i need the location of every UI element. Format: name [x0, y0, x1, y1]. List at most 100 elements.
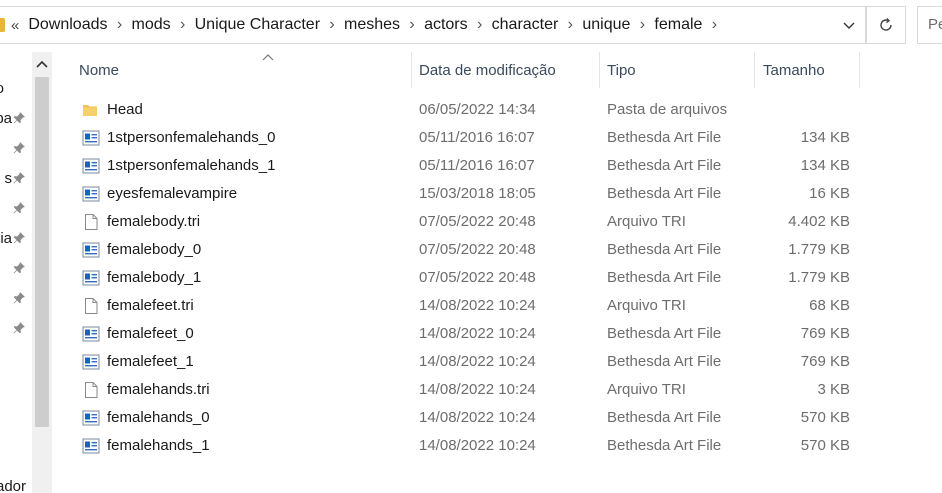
refresh-icon	[880, 18, 892, 31]
file-date: 14/08/2022 10:24	[419, 437, 536, 454]
breadcrumb-item[interactable]: Downloads	[28, 16, 107, 34]
nav-item[interactable]: s	[0, 164, 30, 194]
pin-icon	[13, 142, 25, 154]
column-divider[interactable]	[411, 52, 412, 88]
file-name: femalebody_1	[107, 269, 202, 286]
nav-item[interactable]: o	[0, 74, 30, 104]
file-type: Bethesda Art File	[607, 353, 722, 370]
file-row[interactable]: femalefeet.tri 14/08/2022 10:24 Arquivo TR…	[52, 292, 942, 320]
file-size: 1.779 KB	[788, 269, 850, 286]
file-row[interactable]: femalehands_1 14/08/2022 10:24 Bethesda Ar…	[52, 432, 942, 460]
nav-item-label: s	[4, 170, 13, 187]
nav-item[interactable]	[0, 284, 30, 314]
file-size: 570 KB	[800, 437, 850, 454]
file-row[interactable]: Head 06/05/2022 14:34 Pasta de arquivos	[52, 96, 942, 124]
address-bar[interactable]: « Downloads › mods › Unique Character › meshes…	[0, 6, 866, 44]
nav-item[interactable]: cia	[0, 224, 30, 254]
nav-item-label: o	[0, 80, 4, 97]
nav-item[interactable]	[0, 134, 30, 164]
file-row[interactable]: femalebody_1 07/05/2022 20:48 Bethesda Art…	[52, 264, 942, 292]
file-date: 06/05/2022 14:34	[419, 101, 536, 118]
column-header-size[interactable]: Tamanho	[763, 52, 859, 88]
nav-item-label: cia	[0, 230, 12, 247]
breadcrumb-separator[interactable]: ›	[320, 16, 344, 34]
file-name: Head	[107, 101, 143, 118]
file-row[interactable]: femalehands.tri 14/08/2022 10:24 Arquivo T…	[52, 376, 942, 404]
file-size	[752, 96, 850, 124]
pin-icon	[13, 322, 25, 334]
generic-file-icon	[85, 382, 98, 398]
file-row[interactable]: femalefeet_0 14/08/2022 10:24 Bethesda Art…	[52, 320, 942, 348]
art-file-icon	[82, 438, 100, 454]
file-row[interactable]: femalebody_0 07/05/2022 20:48 Bethesda Art…	[52, 236, 942, 264]
file-date: 05/11/2016 16:07	[419, 129, 535, 146]
file-size: 570 KB	[800, 409, 850, 426]
breadcrumb-separator[interactable]: ›	[171, 16, 195, 34]
folder-icon	[0, 18, 5, 32]
pin-icon	[13, 232, 25, 244]
nav-item-bottom[interactable]: ador	[0, 478, 30, 493]
file-type: Bethesda Art File	[607, 241, 722, 258]
pin-icon	[13, 262, 25, 274]
file-type: Bethesda Art File	[607, 157, 722, 174]
pin-icon	[13, 172, 25, 184]
breadcrumb-item[interactable]: unique	[582, 16, 630, 34]
file-row[interactable]: 1stpersonfemalehands_1 05/11/2016 16:07 Be…	[52, 152, 942, 180]
file-row[interactable]: eyesfemalevampire 15/03/2018 18:05 Bethesd…	[52, 180, 942, 208]
scroll-up-button[interactable]	[32, 52, 52, 76]
nav-item[interactable]: pa	[0, 104, 30, 134]
breadcrumb-item[interactable]: Unique Character	[195, 16, 320, 34]
column-divider[interactable]	[599, 52, 600, 88]
file-date: 07/05/2022 20:48	[419, 269, 536, 286]
column-header-type[interactable]: Tipo	[607, 52, 752, 88]
art-file-icon	[82, 326, 100, 342]
file-name: femalehands_0	[107, 409, 210, 426]
nav-scrollbar[interactable]	[32, 52, 52, 493]
pin-icon	[13, 292, 25, 304]
breadcrumb-separator[interactable]: ›	[400, 16, 424, 34]
file-type: Bethesda Art File	[607, 325, 722, 342]
file-row[interactable]: 1stpersonfemalehands_0 05/11/2016 16:07 Be…	[52, 124, 942, 152]
file-type: Arquivo TRI	[607, 297, 686, 314]
nav-item[interactable]	[0, 314, 30, 344]
column-header-date[interactable]: Data de modificação	[419, 52, 599, 88]
file-size: 4.402 KB	[788, 213, 850, 230]
file-date: 05/11/2016 16:07	[419, 157, 535, 174]
file-name: 1stpersonfemalehands_1	[107, 157, 276, 174]
column-header-name[interactable]: Nome	[79, 52, 411, 88]
breadcrumb-item[interactable]: mods	[132, 16, 171, 34]
refresh-button[interactable]	[866, 6, 906, 44]
column-header-type-label: Tipo	[607, 61, 636, 79]
file-type: Bethesda Art File	[607, 129, 722, 146]
file-row[interactable]: femalefeet_1 14/08/2022 10:24 Bethesda Art…	[52, 348, 942, 376]
file-size: 68 KB	[809, 297, 850, 314]
breadcrumb-separator[interactable]: ›	[702, 16, 726, 34]
breadcrumb-item[interactable]: character	[492, 16, 559, 34]
breadcrumb-item[interactable]: meshes	[344, 16, 400, 34]
file-type: Bethesda Art File	[607, 185, 722, 202]
file-name: femalebody_0	[107, 241, 202, 258]
column-header-date-label: Data de modificação	[419, 61, 556, 79]
scroll-thumb[interactable]	[35, 77, 49, 427]
file-date: 07/05/2022 20:48	[419, 241, 536, 258]
breadcrumb-separator[interactable]: ›	[558, 16, 582, 34]
nav-item[interactable]	[0, 194, 30, 224]
breadcrumb-separator[interactable]: ›	[108, 16, 132, 34]
breadcrumb-separator[interactable]: ›	[630, 16, 654, 34]
generic-file-icon	[85, 214, 98, 230]
breadcrumb-item[interactable]: actors	[424, 16, 468, 34]
file-type: Bethesda Art File	[607, 409, 722, 426]
file-date: 14/08/2022 10:24	[419, 325, 536, 342]
file-type: Arquivo TRI	[607, 381, 686, 398]
file-row[interactable]: femalehands_0 14/08/2022 10:24 Bethesda Ar…	[52, 404, 942, 432]
nav-item[interactable]	[0, 254, 30, 284]
breadcrumb-item[interactable]: female	[654, 16, 702, 34]
search-input[interactable]: Pe	[917, 6, 942, 44]
address-history-button[interactable]	[837, 15, 861, 37]
breadcrumb-overflow-button[interactable]: «	[11, 17, 19, 34]
column-divider[interactable]	[859, 52, 860, 88]
column-divider[interactable]	[754, 52, 755, 88]
file-row[interactable]: femalebody.tri 07/05/2022 20:48 Arquivo TR…	[52, 208, 942, 236]
breadcrumb-separator[interactable]: ›	[468, 16, 492, 34]
file-size: 134 KB	[800, 157, 850, 174]
